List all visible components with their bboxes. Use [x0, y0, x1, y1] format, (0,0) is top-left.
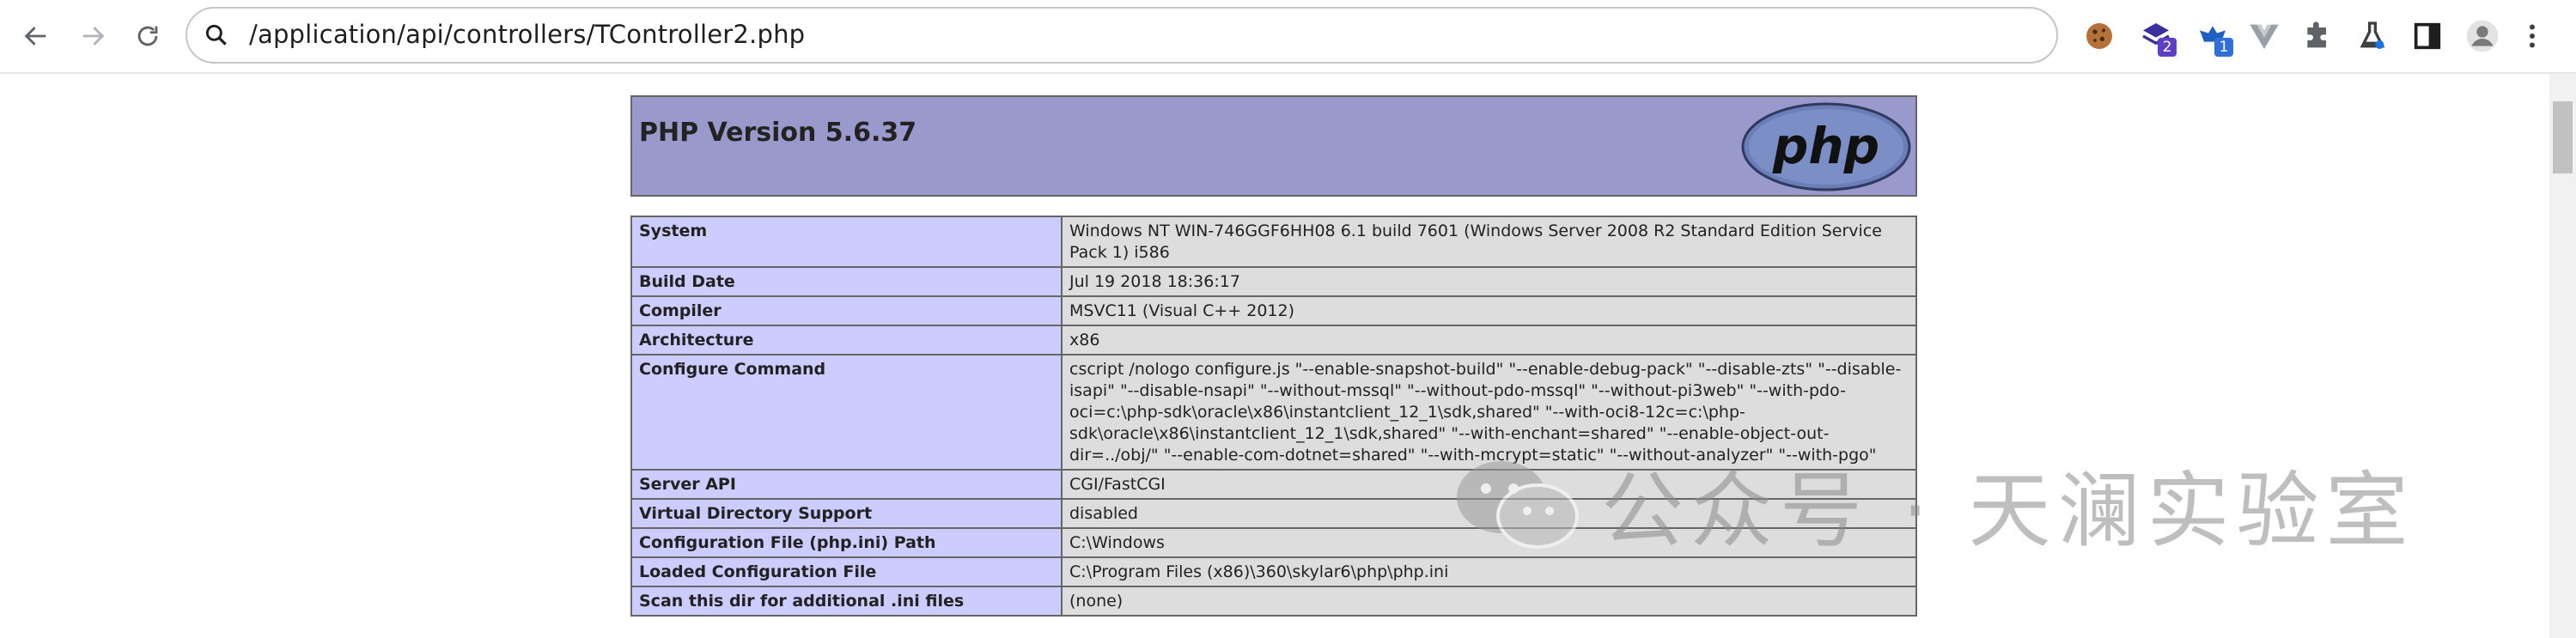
php-logo-text: php	[1772, 117, 1879, 175]
browser-toolbar: /application/api/controllers/TController…	[0, 0, 2576, 74]
row-value: CGI/FastCGI	[1061, 469, 1917, 500]
row-label: Scan this dir for additional .ini files	[630, 586, 1063, 617]
row-value: C:\Program Files (x86)\360\skylar6\php\p…	[1061, 556, 1917, 587]
side-panel-icon[interactable]	[2407, 15, 2448, 57]
lab-flask-icon[interactable]	[2352, 15, 2393, 57]
stack-extension-icon[interactable]: 2	[2135, 15, 2177, 57]
row-value: cscript /nologo configure.js "--enable-s…	[1061, 354, 1917, 471]
row-label: Configure Command	[630, 354, 1063, 471]
phpinfo-container: PHP Version 5.6.37 php System Windows NT …	[630, 95, 1917, 617]
php-version-header: PHP Version 5.6.37 php	[630, 95, 1917, 197]
extensions-puzzle-icon[interactable]	[2297, 15, 2338, 57]
row-label: Build Date	[630, 266, 1063, 297]
table-row: Build Date Jul 19 2018 18:36:17	[630, 266, 1917, 297]
search-icon	[205, 24, 227, 46]
scrollbar-thumb[interactable]	[2553, 101, 2573, 173]
row-label: System	[630, 216, 1063, 268]
reload-icon	[137, 26, 158, 46]
php-info-table: System Windows NT WIN-746GGF6HH08 6.1 bui…	[630, 216, 1917, 617]
table-row: Loaded Configuration File C:\Program File…	[630, 556, 1917, 587]
table-row: Compiler MSVC11 (Visual C++ 2012)	[630, 295, 1917, 326]
row-label: Server API	[630, 469, 1063, 500]
table-row: Scan this dir for additional .ini files(…	[630, 586, 1917, 617]
bird-extension-icon[interactable]: 1	[2192, 15, 2233, 57]
more-menu-icon[interactable]	[2517, 15, 2548, 57]
row-label: Architecture	[630, 325, 1063, 355]
reload-button[interactable]	[127, 15, 168, 57]
cookie-extension-icon[interactable]	[2079, 15, 2120, 57]
table-row: Virtual Directory Support disabled	[630, 498, 1917, 529]
vertical-scrollbar[interactable]	[2549, 74, 2576, 638]
address-bar[interactable]: /application/api/controllers/TController…	[186, 7, 2058, 64]
back-arrow-icon	[24, 27, 46, 46]
row-label: Configuration File (php.ini) Path	[630, 527, 1063, 558]
row-value: (none)	[1061, 586, 1917, 617]
profile-avatar-icon[interactable]	[2462, 15, 2503, 57]
table-row: System Windows NT WIN-746GGF6HH08 6.1 bui…	[630, 216, 1917, 268]
table-row: Configuration File (php.ini) Path C:\Wind…	[630, 527, 1917, 558]
back-button[interactable]	[15, 15, 57, 57]
bird-extension-badge: 1	[2214, 38, 2233, 57]
php-logo-icon: php	[1741, 102, 1911, 191]
address-url[interactable]: /application/api/controllers/TController…	[249, 20, 805, 49]
row-value: Jul 19 2018 18:36:17	[1061, 266, 1917, 297]
vue-devtools-icon[interactable]	[2244, 15, 2285, 57]
table-row: Architecture x86	[630, 325, 1917, 355]
row-value: C:\Windows	[1061, 527, 1917, 558]
table-row: Configure Command cscript /nologo configu…	[630, 354, 1917, 471]
row-label: Virtual Directory Support	[630, 498, 1063, 529]
forward-arrow-icon	[82, 27, 105, 46]
row-value: x86	[1061, 325, 1917, 355]
php-version-title: PHP Version 5.6.37	[639, 118, 917, 148]
table-row: Server API CGI/FastCGI	[630, 469, 1917, 500]
row-value: disabled	[1061, 498, 1917, 529]
row-value: MSVC11 (Visual C++ 2012)	[1061, 295, 1917, 326]
row-label: Compiler	[630, 295, 1063, 326]
row-value: Windows NT WIN-746GGF6HH08 6.1 build 760…	[1061, 216, 1917, 268]
page-viewport: PHP Version 5.6.37 php System Windows NT …	[0, 74, 2549, 638]
forward-button[interactable]	[72, 15, 113, 57]
stack-extension-badge: 2	[2158, 38, 2177, 57]
row-label: Loaded Configuration File	[630, 556, 1063, 587]
